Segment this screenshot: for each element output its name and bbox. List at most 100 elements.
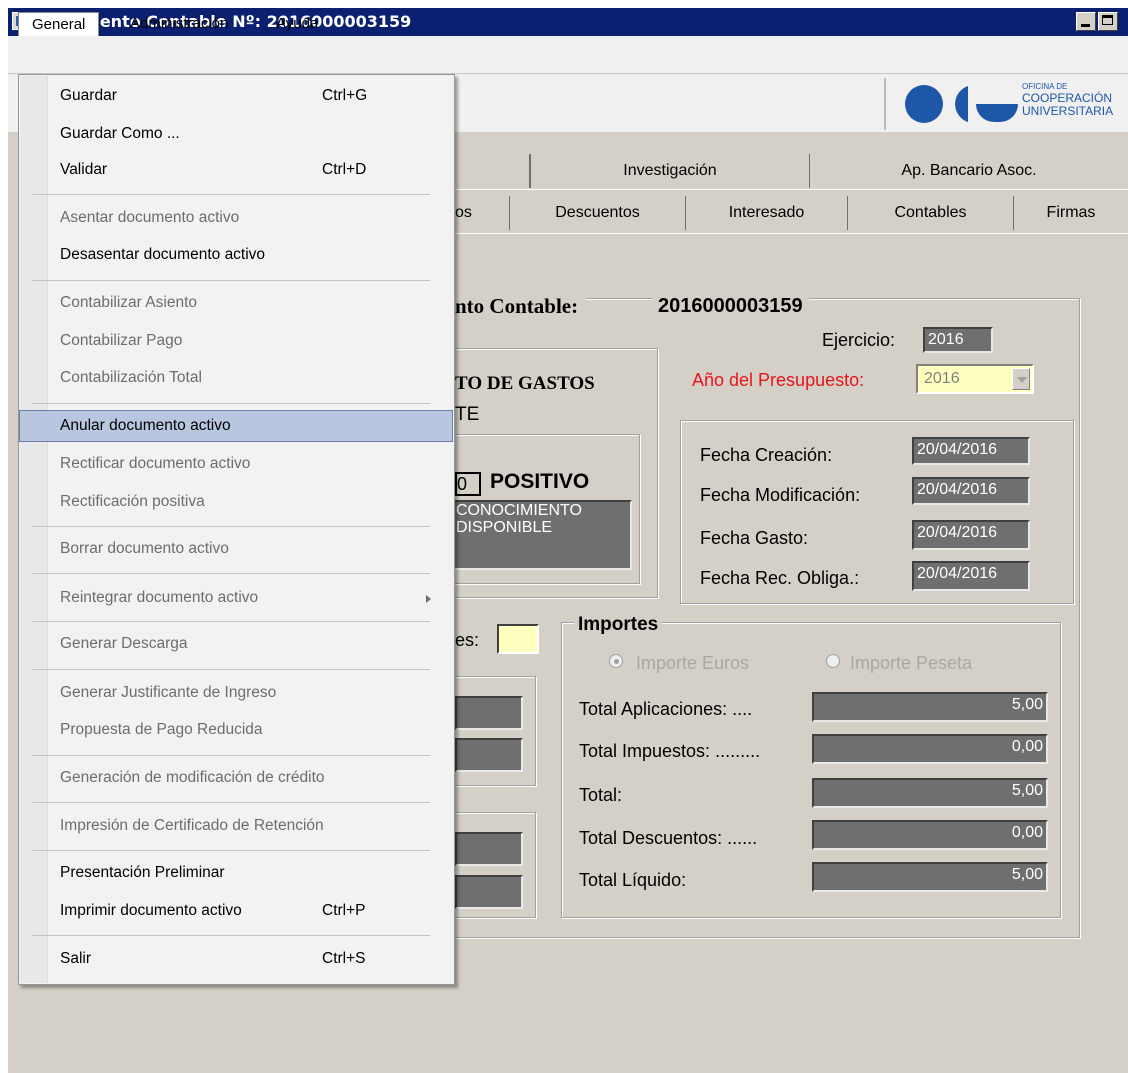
logo: OFICINA DE COOPERACIÓN UNIVERSITARIA xyxy=(884,78,1128,130)
menu-salir-shortcut: Ctrl+S xyxy=(322,950,366,967)
total-aplicaciones-label: Total Aplicaciones: .... xyxy=(579,699,753,719)
menu-separator xyxy=(32,194,430,195)
minimize-button[interactable] xyxy=(1076,12,1096,31)
fecha-gasto-field: 20/04/2016 xyxy=(912,520,1030,550)
total-liquido-field: 5,00 xyxy=(812,862,1048,892)
menu-generacion-modificacion[interactable]: Generación de modificación de crédito xyxy=(60,764,430,792)
menu-bar xyxy=(8,36,1128,74)
fecha-creacion-field: 20/04/2016 xyxy=(912,437,1030,465)
menu-borrar[interactable]: Borrar documento activo xyxy=(60,535,430,563)
menu-separator xyxy=(32,669,430,670)
total-aplicaciones-field: 5,00 xyxy=(812,692,1048,722)
document-number: 2016000003159 xyxy=(652,295,809,318)
menu-generar-descarga[interactable]: Generar Descarga xyxy=(60,630,430,658)
left-field-b1 xyxy=(455,832,523,866)
anio-presupuesto-select[interactable]: 2016 xyxy=(916,364,1034,394)
menu-salir[interactable]: Salir Ctrl+S xyxy=(60,945,430,973)
total-descuentos-label: Total Descuentos: ...... xyxy=(579,828,758,848)
menu-validar[interactable]: Validar Ctrl+D xyxy=(60,156,430,184)
menu-anular[interactable]: Anular documento activo xyxy=(60,412,430,440)
menu-rectificacion-positiva[interactable]: Rectificación positiva xyxy=(60,488,430,516)
te-label: TE xyxy=(455,404,480,425)
menu-general[interactable]: General xyxy=(18,12,100,36)
tab-contables[interactable]: Contables xyxy=(848,196,1014,230)
menu-impresion-certificado[interactable]: Impresión de Certificado de Retención xyxy=(60,812,430,840)
submenu-arrow-icon xyxy=(426,595,431,603)
menu-rectificar[interactable]: Rectificar documento activo xyxy=(60,450,430,478)
menu-separator xyxy=(32,403,430,404)
positivo-label: POSITIVO xyxy=(490,470,590,493)
menu-separator xyxy=(32,280,430,281)
menu-separator xyxy=(32,935,430,936)
dropdown-arrow-button[interactable] xyxy=(1012,368,1030,390)
menu-ayuda[interactable]: Ayuda xyxy=(262,12,332,36)
logo-line1: OFICINA DE xyxy=(1022,82,1068,91)
menu-reintegrar[interactable]: Reintegrar documento activo xyxy=(60,584,431,612)
menu-contabilizar-asiento[interactable]: Contabilizar Asiento xyxy=(60,289,430,317)
maximize-button[interactable] xyxy=(1098,12,1118,31)
yellow-field[interactable] xyxy=(497,624,539,654)
menu-imprimir[interactable]: Imprimir documento activo Ctrl+P xyxy=(60,897,430,925)
total-liquido-label: Total Líquido: xyxy=(579,870,687,890)
menu-guardar-como[interactable]: Guardar Como ... xyxy=(60,120,430,148)
menu-guardar[interactable]: Guardar Ctrl+G xyxy=(60,82,430,110)
menu-contabilizar-pago[interactable]: Contabilizar Pago xyxy=(60,327,430,355)
reconocimiento-line1: CONOCIMIENTO xyxy=(456,502,582,519)
es-label: es: xyxy=(455,630,480,650)
maximize-icon xyxy=(1102,15,1113,25)
fecha-rec-obliga-label: Fecha Rec. Obliga.: xyxy=(700,568,860,588)
radio-importe-peseta[interactable] xyxy=(826,654,840,668)
menu-generar-justificante[interactable]: Generar Justificante de Ingreso xyxy=(60,679,430,707)
tab-interesado[interactable]: Interesado xyxy=(686,196,848,230)
menu-presentacion-preliminar[interactable]: Presentación Preliminar xyxy=(60,859,430,887)
anio-presupuesto-value: 2016 xyxy=(924,370,960,387)
reconocimiento-line2: DISPONIBLE xyxy=(456,519,553,536)
minimize-icon xyxy=(1081,24,1090,27)
menu-separator xyxy=(32,621,430,622)
menu-separator xyxy=(32,526,430,527)
tab-row1-hidden[interactable] xyxy=(455,154,530,188)
fecha-modificacion-label: Fecha Modificación: xyxy=(700,485,861,505)
total-field: 5,00 xyxy=(812,778,1048,808)
left-field-a1 xyxy=(455,696,523,730)
left-field-a2 xyxy=(455,738,523,772)
ejercicio-field: 2016 xyxy=(923,327,993,353)
total-label: Total: xyxy=(579,785,623,805)
tab-descuentos[interactable]: Descuentos xyxy=(510,196,686,230)
menu-administracion[interactable]: Administración xyxy=(116,12,242,36)
menu-separator xyxy=(32,755,430,756)
menu-contabilizacion-total[interactable]: Contabilización Total xyxy=(60,364,430,392)
menu-icon-gutter xyxy=(20,76,48,983)
menu-validar-shortcut: Ctrl+D xyxy=(322,161,367,178)
menu-salir-label: Salir xyxy=(60,950,92,967)
total-descuentos-field: 0,00 xyxy=(812,820,1048,850)
tab-partial[interactable]: os xyxy=(455,196,510,230)
fecha-rec-obliga-field: 20/04/2016 xyxy=(912,561,1030,591)
menu-asentar[interactable]: Asentar documento activo xyxy=(60,204,430,232)
menu-separator xyxy=(32,573,430,574)
menu-reintegrar-label: Reintegrar documento activo xyxy=(60,589,259,606)
menu-separator xyxy=(32,802,430,803)
tab-investigacion[interactable]: Investigación xyxy=(530,154,810,188)
logo-line2: COOPERACIÓN xyxy=(1022,91,1113,105)
menu-guardar-shortcut: Ctrl+G xyxy=(322,87,368,104)
menu-desasentar[interactable]: Desasentar documento activo xyxy=(60,241,430,269)
reconocimiento-field: CONOCIMIENTO DISPONIBLE xyxy=(452,500,632,570)
total-impuestos-label: Total Impuestos: ......... xyxy=(579,741,761,761)
importe-peseta-label: Importe Peseta xyxy=(850,653,973,673)
anio-presupuesto-label: Año del Presupuesto: xyxy=(692,370,865,390)
menu-propuesta-pago[interactable]: Propuesta de Pago Reducida xyxy=(60,716,430,744)
fecha-creacion-label: Fecha Creación: xyxy=(700,445,833,465)
menu-imprimir-shortcut: Ctrl+P xyxy=(322,902,366,919)
fecha-gasto-label: Fecha Gasto: xyxy=(700,528,809,548)
document-heading: nto Contable: xyxy=(455,294,587,319)
radio-importe-euros[interactable] xyxy=(609,654,623,668)
menu-guardar-label: Guardar xyxy=(60,87,117,104)
menu-validar-label: Validar xyxy=(60,161,108,178)
gastos-title: TO DE GASTOS xyxy=(455,373,595,394)
importes-title: Importes xyxy=(574,614,663,636)
chevron-down-icon xyxy=(1017,377,1027,383)
tab-firmas[interactable]: Firmas xyxy=(1014,196,1128,230)
fecha-modificacion-field: 20/04/2016 xyxy=(912,477,1030,505)
tab-ap-bancario[interactable]: Ap. Bancario Asoc. xyxy=(810,154,1128,188)
